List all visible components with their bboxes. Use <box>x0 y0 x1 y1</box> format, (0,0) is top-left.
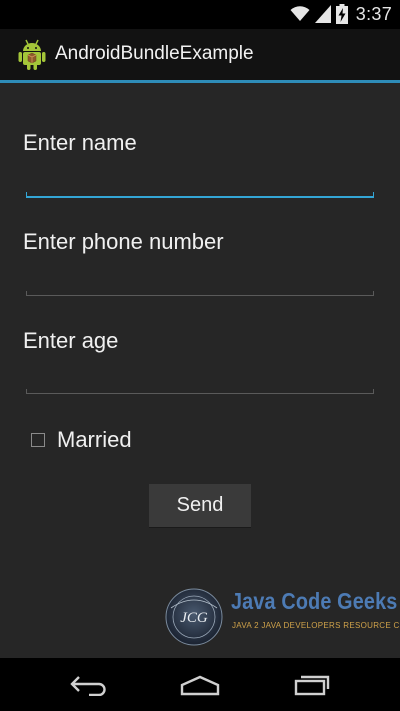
battery-charging-icon <box>335 4 348 24</box>
wm-title: Java Code Geeks <box>231 588 398 614</box>
married-label: Married <box>57 427 132 452</box>
signal-icon <box>314 5 331 23</box>
jcg-logo-icon: JCG <box>165 588 223 646</box>
phone-input-underline <box>26 285 374 296</box>
recent-apps-button[interactable] <box>284 667 340 703</box>
age-label: Enter age <box>23 328 119 353</box>
wm-logo-text: JCG <box>180 610 208 626</box>
action-bar-divider <box>0 80 400 83</box>
action-bar: AndroidBundleExample <box>0 29 400 80</box>
send-button[interactable]: Send <box>149 484 251 528</box>
back-button[interactable] <box>61 667 117 703</box>
wm-tagline: JAVA 2 JAVA DEVELOPERS RESOURCE CENTER <box>232 621 400 630</box>
home-icon <box>180 675 220 696</box>
phone-label: Enter phone number <box>23 229 224 254</box>
recent-apps-icon <box>294 675 330 696</box>
navigation-bar <box>0 658 400 711</box>
name-input-underline <box>26 186 374 198</box>
app-title: AndroidBundleExample <box>55 43 254 64</box>
name-label: Enter name <box>23 130 137 155</box>
status-time: 3:37 <box>355 3 392 24</box>
home-button[interactable] <box>172 667 228 703</box>
checkbox-box[interactable] <box>31 433 45 447</box>
status-icons: 3:37 <box>290 3 392 25</box>
java-code-geeks-watermark: JCG Java Code Geeks JAVA 2 JAVA DEVELOPE… <box>163 586 400 646</box>
married-checkbox[interactable]: Married <box>31 425 132 455</box>
age-input-underline <box>26 383 374 394</box>
android-robot-icon[interactable] <box>17 39 47 71</box>
app-screen: 3:37 AndroidBundleExample Enter name Ent… <box>0 0 400 711</box>
back-icon <box>70 676 106 696</box>
wifi-icon <box>290 6 310 21</box>
status-bar: 3:37 <box>0 0 400 29</box>
